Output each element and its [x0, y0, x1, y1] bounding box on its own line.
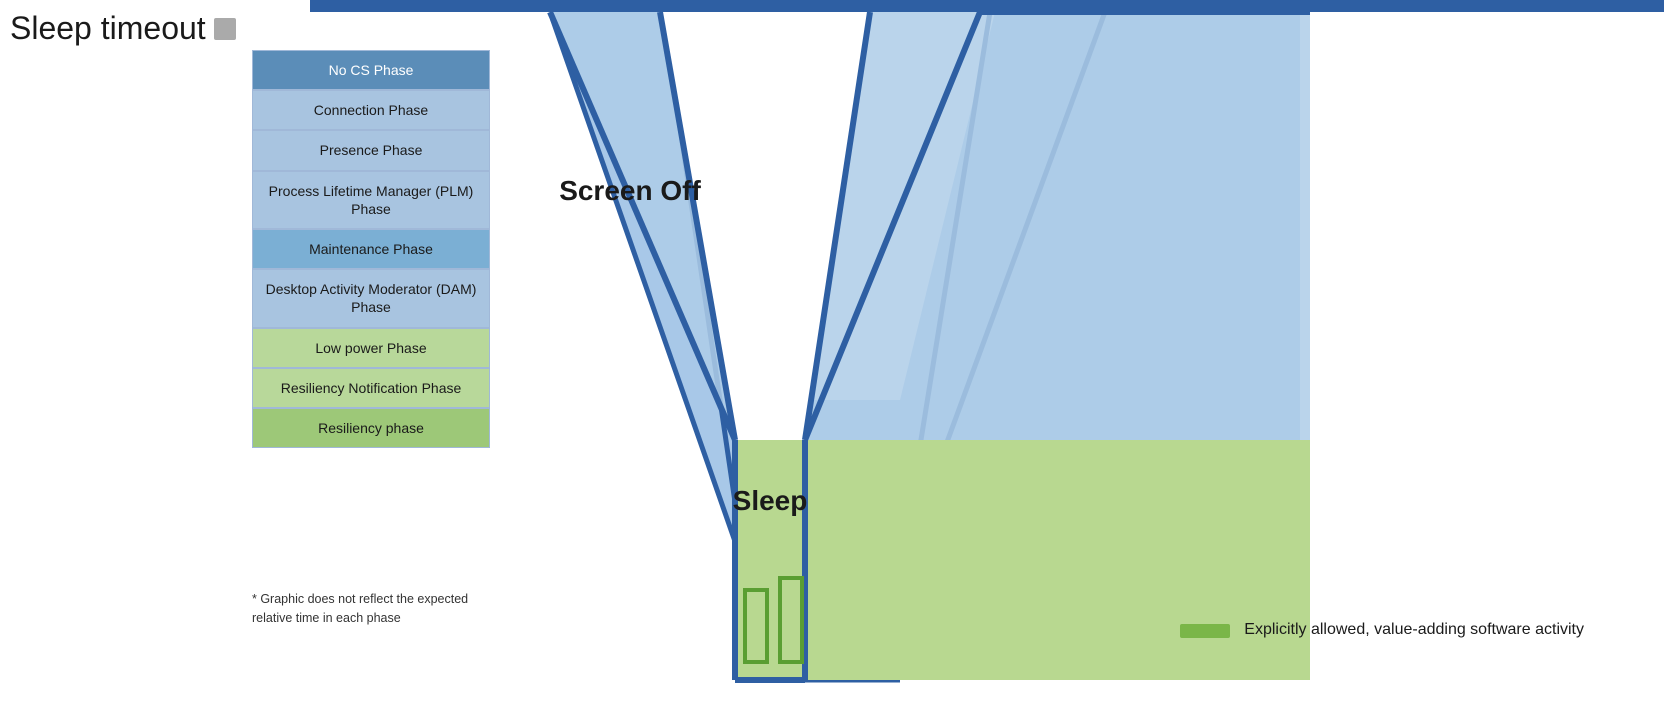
legend: Explicitly allowed, value-adding softwar… [1180, 620, 1584, 641]
disclaimer-text: * Graphic does not reflect the expected … [252, 590, 492, 628]
right-green-fill [805, 440, 1310, 680]
sleep-timeout-title: Sleep timeout [10, 10, 206, 47]
sleep-timeout-header: Sleep timeout [10, 10, 236, 47]
phase-item-1: Connection Phase [252, 90, 490, 130]
phase-item-4: Maintenance Phase [252, 229, 490, 269]
phase-item-0: No CS Phase [252, 50, 490, 90]
screen-off-text: Screen Off [559, 175, 701, 206]
phase-item-3: Process Lifetime Manager (PLM) Phase [252, 171, 490, 229]
phase-item-6: Low power Phase [252, 328, 490, 368]
legend-label: Explicitly allowed, value-adding softwar… [1244, 620, 1584, 641]
sleep-text: Sleep [733, 485, 808, 516]
main-diagram: Screen Off Sleep [490, 0, 1310, 701]
legend-color-swatch [1180, 624, 1230, 638]
phase-item-2: Presence Phase [252, 130, 490, 170]
phase-list: No CS PhaseConnection PhasePresence Phas… [252, 50, 490, 448]
phase-item-7: Resiliency Notification Phase [252, 368, 490, 408]
phase-item-5: Desktop Activity Moderator (DAM) Phase [252, 269, 490, 327]
phase-item-8: Resiliency phase [252, 408, 490, 448]
info-icon [214, 18, 236, 40]
